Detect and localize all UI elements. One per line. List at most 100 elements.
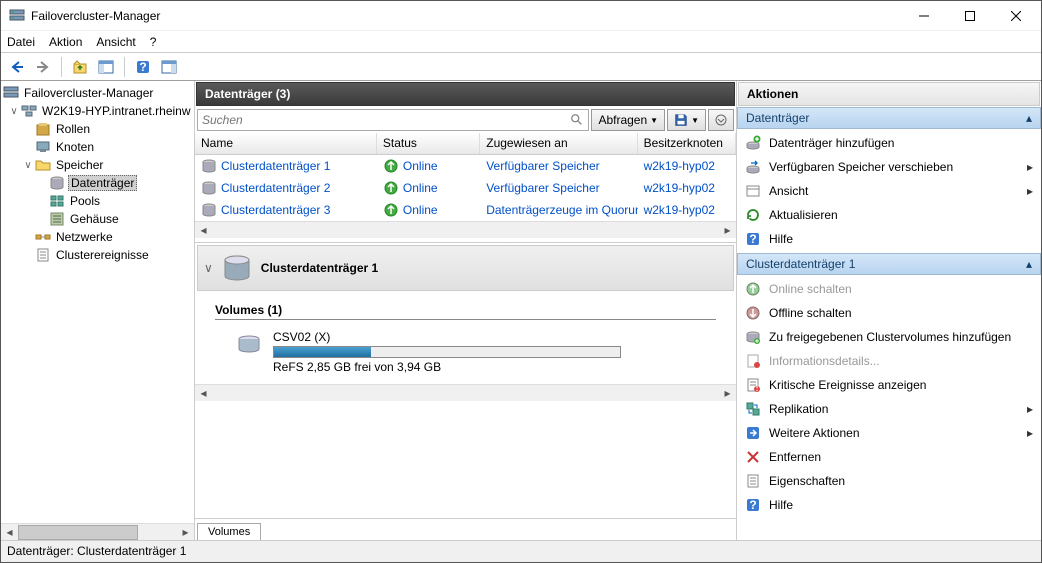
back-button[interactable] — [5, 55, 29, 79]
menubar: Datei Aktion Ansicht ? — [1, 31, 1041, 53]
cluster-icon — [21, 103, 37, 119]
roles-icon — [35, 121, 51, 137]
grid-body: Clusterdatenträger 1OnlineVerfügbarer Sp… — [195, 155, 736, 221]
action-offline[interactable]: Offline schalten — [737, 301, 1041, 325]
table-row[interactable]: Clusterdatenträger 3OnlineDatenträgerzeu… — [195, 199, 736, 221]
statusbar: Datenträger: Clusterdatenträger 1 — [1, 540, 1041, 562]
col-owner[interactable]: Besitzerknoten — [638, 133, 736, 154]
action-add-disk[interactable]: Datenträger hinzufügen — [737, 131, 1041, 155]
app-icon — [9, 8, 25, 24]
forward-button[interactable] — [31, 55, 55, 79]
action-view[interactable]: Ansicht▸ — [737, 179, 1041, 203]
action-info: Informationsdetails... — [737, 349, 1041, 373]
enclosure-icon — [49, 211, 65, 227]
actions-pane: Aktionen Datenträger▴ Datenträger hinzuf… — [737, 81, 1041, 540]
disk-icon — [49, 175, 65, 191]
offline-icon — [745, 305, 761, 321]
help-icon: ? — [745, 231, 761, 247]
search-input[interactable] — [202, 113, 570, 127]
drive-icon — [235, 330, 263, 358]
tree-nodes[interactable]: Knoten — [1, 138, 194, 156]
menu-action[interactable]: Aktion — [49, 35, 82, 49]
refresh-icon — [745, 207, 761, 223]
col-assigned[interactable]: Zugewiesen an — [480, 133, 637, 154]
list-header: Datenträger (3) — [196, 82, 735, 106]
detail-hscroll[interactable]: ◂▸ — [195, 384, 736, 401]
tree-pools[interactable]: Pools — [1, 192, 194, 210]
expand-button[interactable] — [708, 109, 734, 131]
detail-body: Volumes (1) CSV02 (X) ReFS 2,85 GB frei … — [195, 293, 736, 384]
menu-file[interactable]: Datei — [7, 35, 35, 49]
folder-icon — [35, 157, 51, 173]
table-row[interactable]: Clusterdatenträger 2OnlineVerfügbarer Sp… — [195, 177, 736, 199]
tree-hscroll[interactable]: ◂▸ — [1, 523, 194, 540]
detail-title: Clusterdatenträger 1 — [261, 261, 378, 275]
action-more[interactable]: Weitere Aktionen▸ — [737, 421, 1041, 445]
query-button[interactable]: Abfragen▼ — [591, 109, 665, 131]
content: Failovercluster-Manager ∨W2K19-HYP.intra… — [1, 81, 1041, 540]
action-online: Online schalten — [737, 277, 1041, 301]
tree-cluster[interactable]: ∨W2K19-HYP.intranet.rheinw — [1, 102, 194, 120]
tree-events[interactable]: Clusterereignisse — [1, 246, 194, 264]
svg-text:?: ? — [749, 498, 756, 512]
svg-text:?: ? — [749, 232, 756, 246]
action-remove[interactable]: Entfernen — [737, 445, 1041, 469]
action-help[interactable]: ?Hilfe — [737, 227, 1041, 251]
replication-icon — [745, 401, 761, 417]
save-button[interactable]: ▼ — [667, 109, 706, 131]
collapse-icon: ▴ — [1026, 257, 1032, 271]
tree-root[interactable]: Failovercluster-Manager — [1, 84, 194, 102]
action-refresh[interactable]: Aktualisieren — [737, 203, 1041, 227]
tree[interactable]: Failovercluster-Manager ∨W2K19-HYP.intra… — [1, 84, 194, 523]
action-move[interactable]: Verfügbaren Speicher verschieben▸ — [737, 155, 1041, 179]
tree-storage[interactable]: ∨Speicher — [1, 156, 194, 174]
chevron-right-icon: ▸ — [1027, 160, 1033, 174]
help-button[interactable]: ? — [131, 55, 155, 79]
view-button[interactable] — [157, 55, 181, 79]
action-events[interactable]: !Kritische Ereignisse anzeigen — [737, 373, 1041, 397]
tree-disks[interactable]: Datenträger — [1, 174, 194, 192]
action-props[interactable]: Eigenschaften — [737, 469, 1041, 493]
window-title: Failovercluster-Manager — [31, 9, 901, 23]
search-input-wrap[interactable] — [197, 109, 589, 131]
collapse-detail-icon[interactable]: ∨ — [204, 261, 213, 275]
actions-section-disk1[interactable]: Clusterdatenträger 1▴ — [737, 253, 1041, 275]
volume-name: CSV02 (X) — [273, 330, 621, 344]
chevron-right-icon: ▸ — [1027, 426, 1033, 440]
menu-view[interactable]: Ansicht — [96, 35, 135, 49]
maximize-button[interactable] — [947, 1, 993, 31]
show-hide-tree-button[interactable] — [94, 55, 118, 79]
close-button[interactable] — [993, 1, 1039, 31]
actions-section-disks[interactable]: Datenträger▴ — [737, 107, 1041, 129]
center-pane: Datenträger (3) Abfragen▼ ▼ Name Status … — [195, 81, 737, 540]
cluster-mgr-icon — [3, 85, 19, 101]
detail-header: ∨ Clusterdatenträger 1 — [197, 245, 734, 291]
action-help[interactable]: ?Hilfe — [737, 493, 1041, 517]
col-status[interactable]: Status — [377, 133, 480, 154]
action-csv[interactable]: Zu freigegebenen Clustervolumes hinzufüg… — [737, 325, 1041, 349]
svg-text:?: ? — [139, 60, 146, 74]
chevron-right-icon: ▸ — [1027, 184, 1033, 198]
nodes-icon — [35, 139, 51, 155]
up-button[interactable] — [68, 55, 92, 79]
search-row: Abfragen▼ ▼ — [195, 107, 736, 133]
minimize-button[interactable] — [901, 1, 947, 31]
grid-hscroll[interactable]: ◂▸ — [195, 221, 736, 238]
tree-enclosures[interactable]: Gehäuse — [1, 210, 194, 228]
action-replication[interactable]: Replikation▸ — [737, 397, 1041, 421]
col-name[interactable]: Name — [195, 133, 377, 154]
volume-item[interactable]: CSV02 (X) ReFS 2,85 GB frei von 3,94 GB — [235, 330, 716, 374]
collapse-icon[interactable]: ∨ — [7, 106, 21, 117]
table-row[interactable]: Clusterdatenträger 1OnlineVerfügbarer Sp… — [195, 155, 736, 177]
collapse-icon[interactable]: ∨ — [21, 160, 35, 171]
chevron-down-icon — [715, 114, 727, 126]
tab-volumes[interactable]: Volumes — [197, 523, 261, 540]
tree-pane: Failovercluster-Manager ∨W2K19-HYP.intra… — [1, 81, 195, 540]
tree-roles[interactable]: Rollen — [1, 120, 194, 138]
network-icon — [35, 229, 51, 245]
tree-networks[interactable]: Netzwerke — [1, 228, 194, 246]
move-icon — [745, 159, 761, 175]
collapse-icon: ▴ — [1026, 111, 1032, 125]
detail-pane: ∨ Clusterdatenträger 1 Volumes (1) CSV02… — [195, 242, 736, 540]
menu-help[interactable]: ? — [150, 35, 157, 49]
